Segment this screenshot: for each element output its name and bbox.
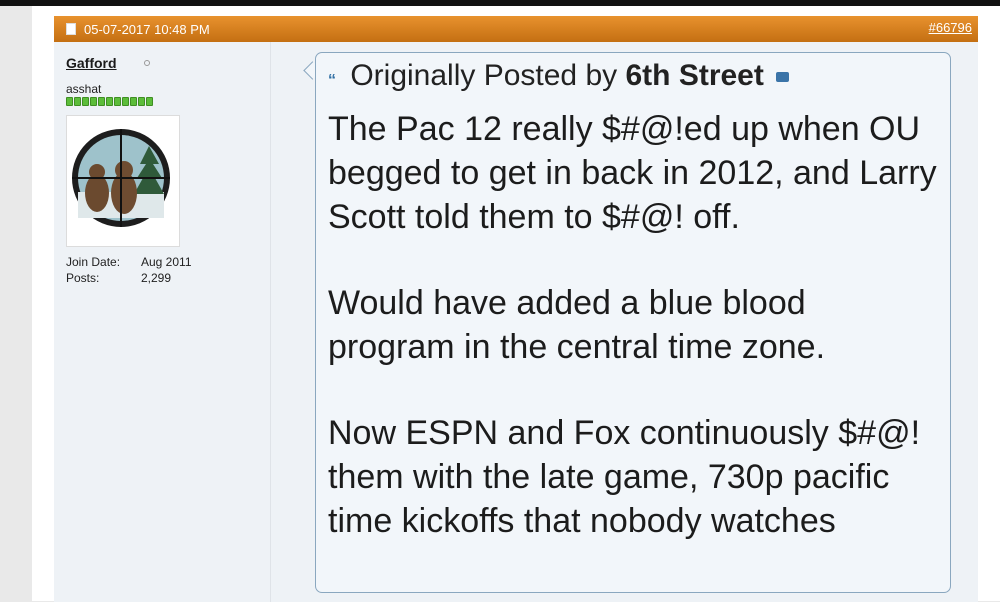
rep-pip <box>90 97 97 106</box>
rep-pip <box>106 97 113 106</box>
join-date-value: Aug 2011 <box>141 255 192 269</box>
rep-pip <box>66 97 73 106</box>
avatar-image <box>67 116 179 246</box>
view-post-icon[interactable] <box>776 72 790 83</box>
username-link[interactable]: Gafford <box>66 55 117 71</box>
rep-pip <box>98 97 105 106</box>
post-permalink[interactable]: #66796 <box>929 20 972 35</box>
quote-paragraph: Would have added a blue blood program in… <box>328 284 826 366</box>
quote-paragraph: The Pac 12 really $#@!ed up when OU begg… <box>328 110 937 236</box>
rep-pip <box>74 97 81 106</box>
quote-paragraph: Now ESPN and Fox continuously $#@! them … <box>328 414 921 540</box>
post-date: 05-07-2017 10:48 PM <box>84 22 210 37</box>
avatar[interactable] <box>66 115 180 247</box>
join-date-label: Join Date: <box>66 255 121 269</box>
rep-pip <box>146 97 153 106</box>
quote-header: “ Originally Posted by 6th Street <box>328 59 790 93</box>
rep-pip <box>114 97 121 106</box>
quote-icon: “ <box>328 72 336 90</box>
reputation-bar <box>66 97 153 106</box>
forum-page: 05-07-2017 10:48 PM #66796 Gafford assha… <box>32 6 1000 602</box>
user-info-panel: Gafford asshat Join Date: Aug 2011 Posts… <box>54 42 271 602</box>
rep-pip <box>122 97 129 106</box>
post-header: 05-07-2017 10:48 PM #66796 <box>54 16 978 43</box>
rep-pip <box>130 97 137 106</box>
quote-prefix: Originally Posted by <box>350 59 618 92</box>
rep-pip <box>82 97 89 106</box>
quote-author: 6th Street <box>625 59 764 92</box>
quote-body: The Pac 12 really $#@!ed up when OU begg… <box>328 107 938 585</box>
posts-label: Posts: <box>66 271 100 285</box>
status-offline-icon <box>144 60 150 66</box>
posts-count: 2,299 <box>141 271 172 285</box>
quote-box: “ Originally Posted by 6th Street The Pa… <box>315 52 951 593</box>
user-title: asshat <box>66 82 102 96</box>
rep-pip <box>138 97 145 106</box>
post-document-icon <box>66 23 76 35</box>
